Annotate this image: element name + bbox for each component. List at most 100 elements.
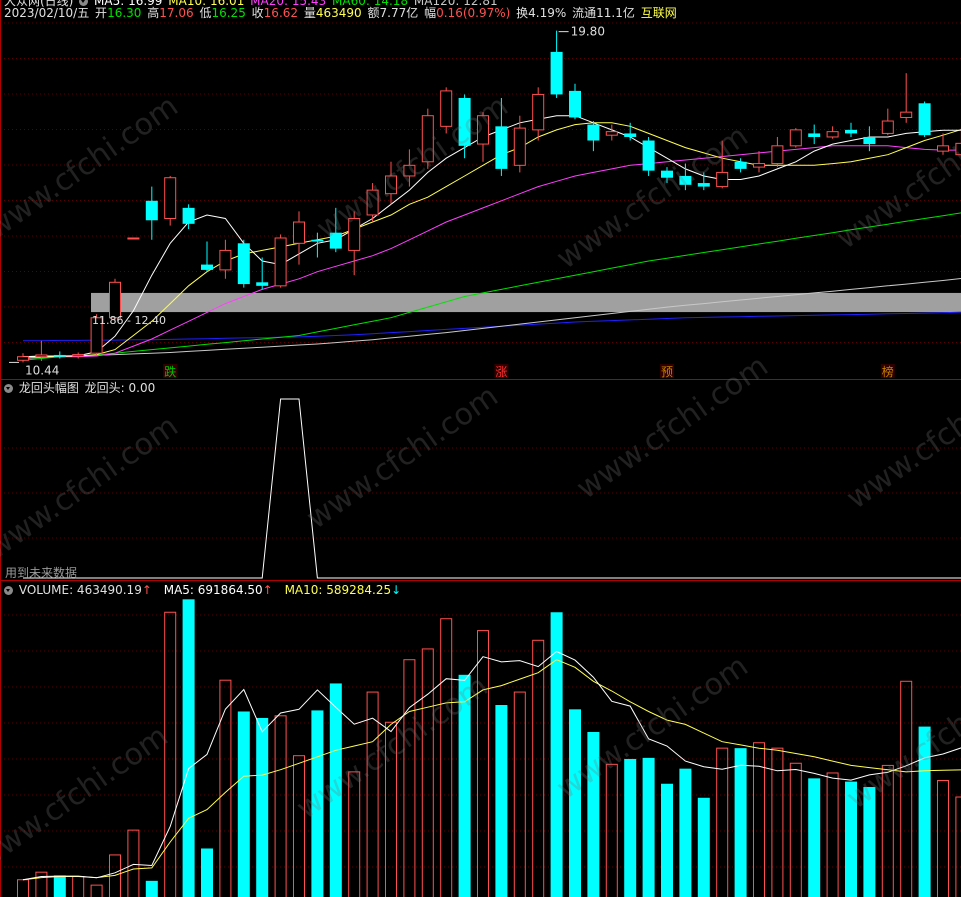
candle xyxy=(808,124,821,145)
volume-bar xyxy=(642,757,655,897)
candle xyxy=(734,158,747,173)
candle-body xyxy=(256,282,269,286)
candle xyxy=(771,136,784,168)
volume-label: 量 xyxy=(303,6,316,20)
candle-body xyxy=(808,133,821,137)
candle xyxy=(918,101,931,137)
volume-bar xyxy=(348,771,361,897)
candle xyxy=(127,237,140,240)
candle-body xyxy=(35,354,48,358)
volume-bar xyxy=(808,778,821,897)
candle-body xyxy=(881,120,894,134)
marker-zhang: 涨 xyxy=(495,364,507,379)
volume-bar xyxy=(734,748,747,897)
candle-body xyxy=(937,145,949,152)
volume-bar xyxy=(293,755,305,897)
vol-ma10-legend: MA10: 589284.25 xyxy=(284,583,392,597)
ohlc-info-bar: 2023/02/10/五 开16.30 高17.06 低16.25 收16.62… xyxy=(4,6,679,20)
candle xyxy=(605,124,618,141)
candle xyxy=(495,97,508,176)
candle-body xyxy=(164,177,177,219)
indicator-header: 龙回头幅图 龙回头: 0.00 xyxy=(4,381,157,395)
candle xyxy=(219,239,232,279)
change-value: 0.16(0.97%) xyxy=(436,6,511,20)
volume-bar xyxy=(624,758,637,897)
volume-bar xyxy=(458,674,471,897)
candle-body xyxy=(550,51,563,95)
concept-tag[interactable]: 互联网 xyxy=(641,6,677,20)
volume-bar xyxy=(182,599,195,897)
change-label: 幅 xyxy=(424,6,437,20)
candle-body xyxy=(734,161,747,169)
candle-body xyxy=(900,111,913,118)
candle-body xyxy=(348,217,361,251)
volume-bar xyxy=(495,705,508,897)
candle-body xyxy=(532,93,545,131)
candle-body xyxy=(587,124,600,141)
candlestick-series[interactable] xyxy=(17,30,961,363)
volume-bar xyxy=(237,711,250,897)
candle-body xyxy=(863,136,876,145)
candle-body xyxy=(53,354,66,357)
event-markers[interactable]: 跌涨预榜 xyxy=(163,364,895,379)
turnover-value: 4.19% xyxy=(528,6,567,20)
volume-up-arrow: ↑ xyxy=(141,583,152,597)
candle-body xyxy=(366,189,379,216)
date-value: 2023/02/10/五 xyxy=(4,6,90,20)
candle xyxy=(17,353,29,363)
stock-chart[interactable]: 19.80 10.44 11.86 - 12.40 跌 涨 预 榜 xyxy=(0,0,961,897)
low-mark-label: 10.44 xyxy=(25,363,59,377)
volume-menu-icon[interactable] xyxy=(4,586,13,595)
amount-value: 7.77亿 xyxy=(379,6,419,20)
volume-bar xyxy=(716,747,729,897)
volume-bar xyxy=(587,731,600,897)
turnover-label: 换 xyxy=(516,6,529,20)
candle-body xyxy=(697,183,710,187)
volume-bar xyxy=(90,884,103,897)
volume-bar xyxy=(17,879,29,897)
high-mark-label: 19.80 xyxy=(571,25,605,39)
volume-bar xyxy=(127,829,140,897)
zone-label: 11.86 - 12.40 xyxy=(92,314,166,327)
candle-body xyxy=(679,175,692,185)
candle-body xyxy=(329,232,342,249)
candle-body xyxy=(624,133,637,137)
volume-ma5-line xyxy=(22,650,961,881)
volume-bar xyxy=(661,783,673,897)
volume-value: 463490 xyxy=(315,6,362,20)
open-value: 16.30 xyxy=(107,6,142,20)
ma60-line xyxy=(22,212,961,361)
candle-body xyxy=(403,164,416,177)
volume-bar xyxy=(311,710,324,897)
candle xyxy=(753,151,765,173)
candle xyxy=(385,161,397,205)
candle-body xyxy=(569,90,581,118)
candle xyxy=(550,30,563,98)
volume-bar xyxy=(697,797,710,897)
volume-bar xyxy=(385,721,397,897)
candle xyxy=(440,87,453,134)
indicator-menu-icon[interactable] xyxy=(4,384,13,393)
candle xyxy=(642,136,655,176)
support-zone-band xyxy=(91,292,961,313)
volume-bar xyxy=(569,709,581,897)
candle xyxy=(421,108,434,169)
float-label: 流通 xyxy=(572,6,597,20)
volume-header: VOLUME: 463490.19↑ MA5: 691864.50↑ MA10:… xyxy=(4,583,403,597)
indicator-name[interactable]: 龙回头幅图 xyxy=(19,381,79,395)
candle-body xyxy=(274,237,287,287)
candle xyxy=(201,241,213,272)
candle xyxy=(366,183,379,223)
candle xyxy=(863,126,876,152)
candle-body xyxy=(458,97,471,146)
candle xyxy=(569,83,581,120)
candle xyxy=(348,211,361,276)
volume-bar xyxy=(863,786,876,897)
candle-body xyxy=(826,131,839,138)
candle xyxy=(458,94,471,159)
volume-bar xyxy=(403,659,416,897)
future-data-note: 用到未来数据 xyxy=(5,566,78,580)
vol-ma5-up-arrow: ↑ xyxy=(262,583,273,597)
volume-series[interactable] xyxy=(17,599,961,897)
candle-body xyxy=(17,356,29,361)
